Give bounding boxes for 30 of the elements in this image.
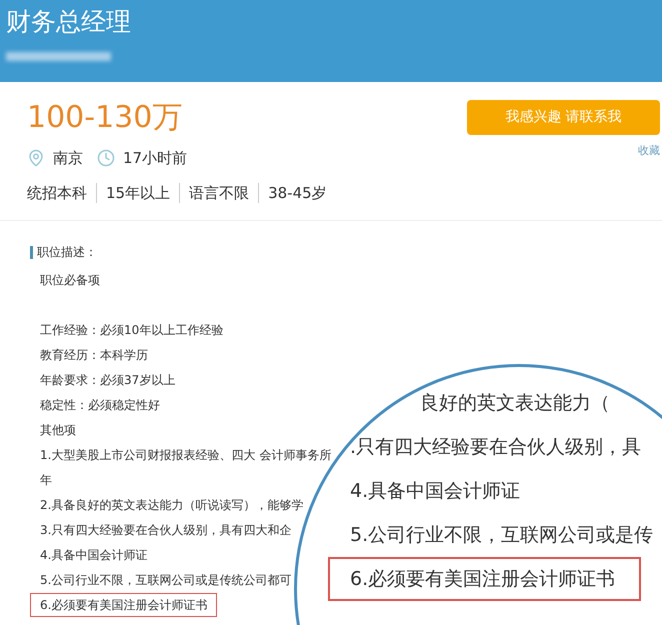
location-pin-icon <box>27 149 45 168</box>
description-line: 2.具备良好的英文表达能力（听说读写），能够学 <box>40 496 304 514</box>
description-subheading: 职位必备项 <box>40 272 100 288</box>
requirement-tag: 38-45岁 <box>268 182 327 204</box>
description-line: 年龄要求：必须37岁以上 <box>40 372 176 388</box>
magnified-line: 5.公司行业不限，互联网公司或是传 <box>350 522 654 548</box>
posted-time: 17小时前 <box>123 148 188 169</box>
requirement-tag: 语言不限 <box>189 182 250 204</box>
description-line: 3.只有四大经验要在合伙人级别，具有四大和企 <box>40 522 292 538</box>
magnified-line: .只有四大经验要在合伙人级别，具 <box>350 434 642 460</box>
magnified-line: 4.具备中国会计师证 <box>350 478 520 504</box>
apply-button[interactable]: 我感兴趣 请联系我 <box>467 100 660 135</box>
requirement-tag: 统招本科 <box>27 182 87 204</box>
requirement-tag: 15年以上 <box>106 182 170 204</box>
description-line: 工作经验：必须10年以上工作经验 <box>40 322 224 338</box>
job-title: 财务总经理 <box>6 6 132 38</box>
description-line: 1.大型美股上市公司财报报表经验、四大 会计师事务所 <box>40 446 332 464</box>
description-line: 教育经历：本科学历 <box>40 346 148 364</box>
location-text: 南京 <box>53 148 83 169</box>
section-marker <box>30 246 33 258</box>
description-line: 其他项 <box>40 422 76 438</box>
description-line: 5.公司行业不限，互联网公司或是传统公司都可 <box>40 572 292 588</box>
magnified-line: 良好的英文表达能力（ <box>420 390 610 416</box>
section-heading: 职位描述： <box>37 244 97 261</box>
salary-range: 100-130万 <box>27 100 184 136</box>
favorite-link[interactable]: 收藏 <box>638 143 660 160</box>
clock-icon <box>97 149 115 168</box>
description-line: 稳定性：必须稳定性好 <box>40 396 160 414</box>
description-line: 年 <box>40 472 52 488</box>
description-line: 4.具备中国会计师证 <box>40 546 148 564</box>
